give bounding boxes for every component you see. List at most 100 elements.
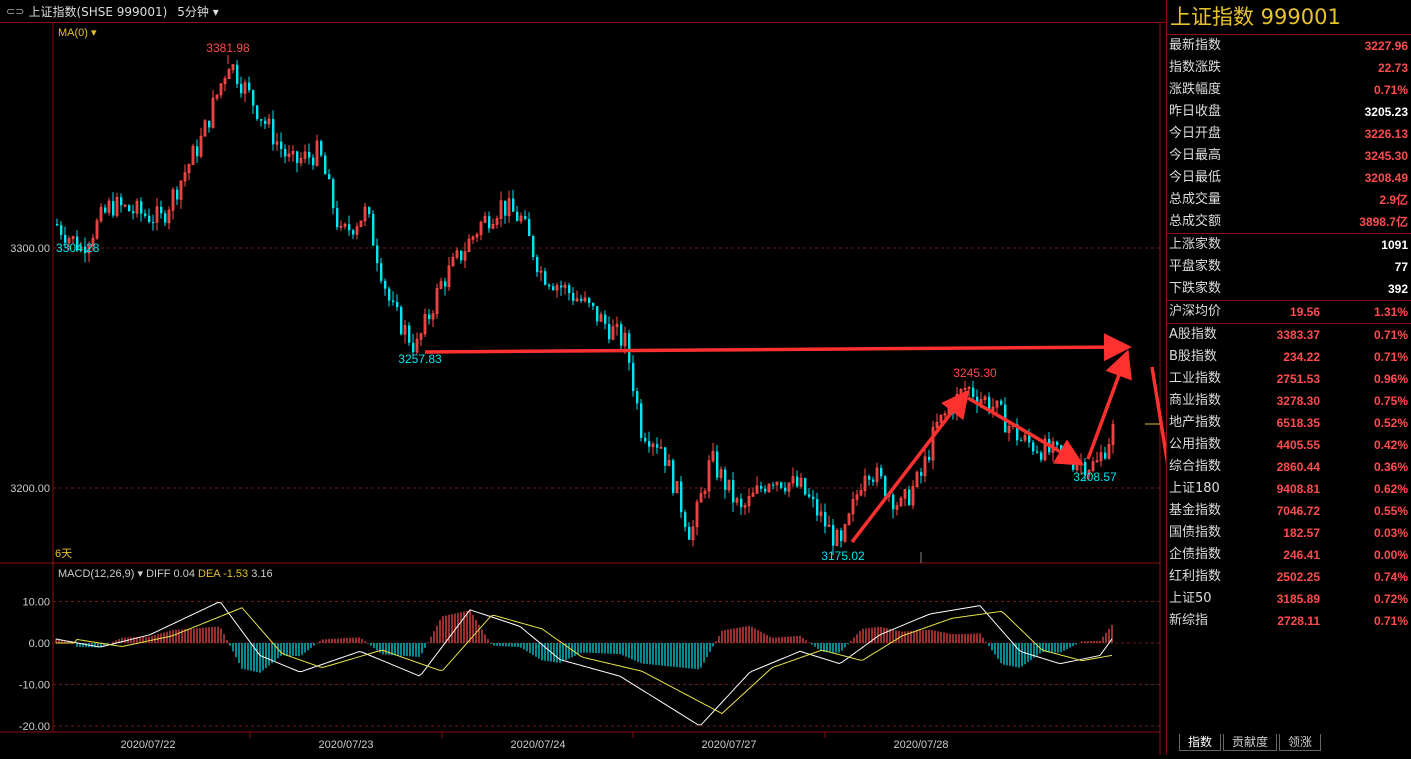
row-pct: 0.71% xyxy=(1373,614,1408,628)
drawn-arrow[interactable] xyxy=(850,389,970,544)
quote-row[interactable]: 昨日收盘 3205.23 xyxy=(1167,101,1411,123)
row-pct: 0.72% xyxy=(1373,592,1408,606)
candle-body xyxy=(632,362,635,392)
macd-tick-label: 10.00 xyxy=(22,597,50,609)
quote-row[interactable]: 今日最低 3208.49 xyxy=(1167,167,1411,189)
candle-body xyxy=(644,437,647,442)
row-value: 246.41 xyxy=(1283,548,1320,562)
index-row[interactable]: B股指数 234.22 0.71% xyxy=(1167,346,1411,368)
candle-body xyxy=(1032,442,1035,452)
index-row[interactable]: A股指数 3383.37 0.71% xyxy=(1167,324,1411,346)
index-row[interactable]: 国债指数 182.57 0.03% xyxy=(1167,522,1411,544)
ma-label[interactable]: MA(0) ▾ xyxy=(58,27,97,39)
tab-index[interactable]: 指数 xyxy=(1179,734,1222,751)
candle-body xyxy=(560,285,563,288)
candle-body xyxy=(504,200,507,216)
candle-body xyxy=(580,298,583,301)
candle-body xyxy=(620,324,623,346)
row-label: 今日开盘 xyxy=(1169,126,1222,141)
index-row[interactable]: 工业指数 2751.53 0.96% xyxy=(1167,368,1411,390)
row-value: 3185.89 xyxy=(1276,592,1320,606)
date-tick-label: 2020/07/22 xyxy=(120,739,175,751)
candle-body xyxy=(152,222,155,224)
breadth-row[interactable]: 平盘家数 77 xyxy=(1167,256,1411,278)
quote-row[interactable]: 总成交量 2.9亿 xyxy=(1167,189,1411,211)
drawn-arrow[interactable] xyxy=(967,396,1085,466)
candle-body xyxy=(396,301,399,308)
drawn-arrow[interactable] xyxy=(1086,349,1132,460)
index-row[interactable]: 企债指数 246.41 0.00% xyxy=(1167,544,1411,566)
tab-contribution[interactable]: 贡献度 xyxy=(1223,734,1278,751)
candle-body xyxy=(132,211,135,214)
quote-row[interactable]: 最新指数 3227.96 xyxy=(1167,35,1411,57)
candle-body xyxy=(568,285,571,294)
candle-body xyxy=(392,300,395,302)
annotation-high2: 3245.30 xyxy=(953,366,997,380)
panel-title: 上证指数 999001 xyxy=(1167,0,1411,35)
chart-area[interactable]: 3300.00 3200.00 10.00 0.00 -10.00 -20.00 2020/… xyxy=(0,22,1201,755)
index-row[interactable]: 红利指数 2502.25 0.74% xyxy=(1167,566,1411,588)
chart-svg[interactable]: 3300.00 3200.00 10.00 0.00 -10.00 -20.00 2020/… xyxy=(0,22,1201,755)
macd-legend[interactable]: MACD(12,26,9) ▾ DIFF 0.04 DEA -1.53 3.16 xyxy=(58,568,273,580)
candle-body xyxy=(372,213,375,246)
candle-body xyxy=(604,314,607,324)
panel-tabs: 指数 贡献度 领涨 xyxy=(1179,734,1323,751)
breadth-row[interactable]: 下跌家数 392 xyxy=(1167,278,1411,300)
index-row[interactable]: 公用指数 4405.55 0.42% xyxy=(1167,434,1411,456)
candle-body xyxy=(972,387,975,397)
row-pct: 0.03% xyxy=(1373,526,1408,540)
row-value: 0.71% xyxy=(1373,83,1408,97)
candle-body xyxy=(400,307,403,335)
tab-leaders[interactable]: 领涨 xyxy=(1279,734,1322,751)
candle-body xyxy=(928,456,931,461)
link-icon[interactable]: ⊂⊃ xyxy=(6,5,24,18)
candle-body xyxy=(444,281,447,287)
index-row[interactable]: 基金指数 7046.72 0.55% xyxy=(1167,500,1411,522)
row-value: 4405.55 xyxy=(1276,438,1320,452)
row-label: 国债指数 xyxy=(1169,525,1222,540)
price-tick-label: 3300.00 xyxy=(10,243,50,255)
candle-body xyxy=(872,479,875,482)
candle-body xyxy=(460,250,463,261)
candle-body xyxy=(1020,440,1023,442)
row-label: 平盘家数 xyxy=(1169,259,1222,274)
row-value: 2860.44 xyxy=(1276,460,1320,474)
candle-body xyxy=(176,189,179,200)
candle-body xyxy=(552,286,555,290)
row-pct: 0.96% xyxy=(1373,372,1408,386)
row-pct: 0.00% xyxy=(1373,548,1408,562)
period-selector[interactable]: 5分钟 ▾ xyxy=(177,3,219,20)
candle-body xyxy=(384,280,387,289)
index-row[interactable]: 上证180 9408.81 0.62% xyxy=(1167,478,1411,500)
candle-body xyxy=(236,64,239,84)
index-row[interactable]: 新综指 2728.11 0.71% xyxy=(1167,610,1411,632)
row-label: A股指数 xyxy=(1169,327,1217,342)
breadth-row[interactable]: 上涨家数 1091 xyxy=(1167,234,1411,256)
row-value: 2.9亿 xyxy=(1379,193,1408,207)
candle-body xyxy=(544,271,547,285)
candle-body xyxy=(240,83,243,94)
quote-row[interactable]: 今日开盘 3226.13 xyxy=(1167,123,1411,145)
candle-body xyxy=(808,494,811,497)
quote-row[interactable]: 涨跌幅度 0.71% xyxy=(1167,79,1411,101)
candle-body xyxy=(716,451,719,478)
row-value: 2751.53 xyxy=(1276,372,1320,386)
row-label: 公用指数 xyxy=(1169,437,1222,452)
quote-row[interactable]: 总成交额 3898.7亿 xyxy=(1167,211,1411,233)
candle-body xyxy=(724,469,727,490)
row-label: 最新指数 xyxy=(1169,38,1222,53)
candle-body xyxy=(1000,400,1003,405)
quote-row[interactable]: 今日最高 3245.30 xyxy=(1167,145,1411,167)
candle-body xyxy=(332,179,335,209)
drawn-arrow[interactable] xyxy=(1150,366,1201,609)
index-row[interactable]: 商业指数 3278.30 0.75% xyxy=(1167,390,1411,412)
index-row[interactable]: 综合指数 2860.44 0.36% xyxy=(1167,456,1411,478)
index-row[interactable]: 上证50 3185.89 0.72% xyxy=(1167,588,1411,610)
row-label: 上证50 xyxy=(1169,591,1212,606)
index-row[interactable]: 地产指数 6518.35 0.52% xyxy=(1167,412,1411,434)
drawn-arrow[interactable] xyxy=(424,333,1132,362)
date-tick-label: 2020/07/28 xyxy=(893,739,948,751)
quote-row[interactable]: 指数涨跌 22.73 xyxy=(1167,57,1411,79)
row-label: 今日最低 xyxy=(1169,170,1222,185)
candle-body xyxy=(280,141,283,149)
